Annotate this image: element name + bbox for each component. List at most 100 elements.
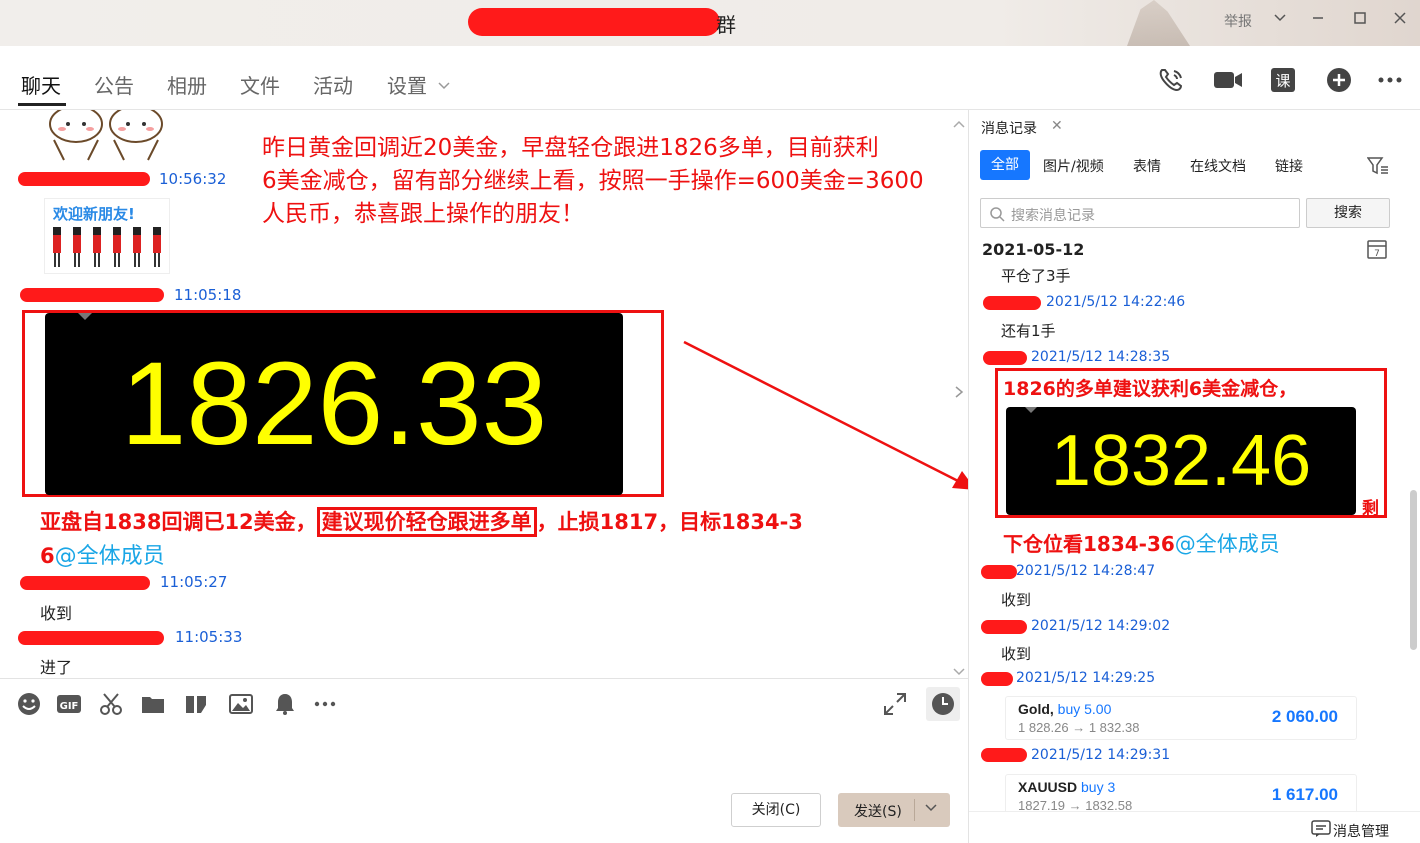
scroll-down-icon[interactable] — [953, 662, 965, 678]
sticker-cute-faces — [44, 110, 170, 168]
sticker-welcome-text: 欢迎新朋友! — [53, 205, 135, 223]
history-time: 2021/5/12 14:28:35 — [1031, 349, 1171, 365]
history-time: 2021/5/12 14:28:47 — [1016, 563, 1156, 579]
redacted-sender — [20, 288, 164, 302]
tab-settings[interactable]: 设置 — [387, 70, 451, 99]
trade-symbol-name: Gold, — [1018, 701, 1054, 717]
annotation-line-1: 昨日黄金回调近20美金，早盘轻仓跟进1826多单，目前获利 — [262, 135, 879, 161]
picture-icon[interactable] — [228, 691, 254, 717]
redacted-sender — [981, 672, 1013, 686]
tab-album[interactable]: 相册 — [167, 70, 207, 99]
svg-text:GIF: GIF — [60, 701, 79, 712]
scissors-icon[interactable] — [98, 691, 124, 717]
trade-symbol: Gold, buy 5.00 — [1018, 701, 1111, 717]
history-text: 还有1手 — [1001, 322, 1056, 340]
history-date: 2021-05-12 — [982, 240, 1085, 259]
qq-group-window: 群 举报 聊天 公告 相册 文件 活动 设置 课 10:56:32 欢迎新朋友!… — [0, 0, 1420, 843]
dropdown-chevron-icon[interactable] — [1266, 8, 1294, 34]
minimize-icon[interactable] — [1304, 8, 1332, 34]
message-time: 11:05:33 — [175, 628, 243, 646]
history-signal-title: 1826的多单建议获利6美金减仓， — [1003, 378, 1298, 400]
history-search-input[interactable]: 搜索消息记录 — [980, 198, 1300, 228]
redacted-sender — [983, 296, 1041, 310]
history-signal-line-2: 下仓位看1834-36@全体成员 — [1003, 528, 1280, 558]
title-bar-background-art — [1127, 0, 1190, 46]
history-text: 平仓了3手 — [1001, 267, 1071, 285]
image-edit-icon[interactable] — [183, 691, 209, 717]
message-manage-link[interactable]: 消息管理 — [1333, 821, 1389, 841]
folder-icon[interactable] — [140, 691, 166, 717]
tab-announcement[interactable]: 公告 — [94, 70, 134, 99]
more-icon[interactable] — [312, 691, 338, 717]
price-image-1826[interactable]: 1826.33 — [45, 313, 623, 495]
gif-icon[interactable]: GIF — [56, 691, 82, 717]
price-image-1832[interactable]: 1832.46 — [1006, 407, 1356, 515]
annotation-line-2: 6美金减仓，留有部分继续上看，按照一手操作=600美金=3600 — [262, 168, 924, 194]
image-corner-marker — [78, 313, 92, 320]
history-tab-all[interactable]: 全部 — [980, 150, 1030, 180]
calendar-icon[interactable]: 7 — [1366, 238, 1388, 264]
mention-all[interactable]: @全体成员 — [55, 544, 165, 569]
message-text: 进了 — [40, 658, 73, 677]
history-time: 2021/5/12 14:22:46 — [1046, 294, 1186, 310]
redacted-sender — [981, 748, 1027, 762]
trade-symbol-name: XAUUSD — [1018, 779, 1078, 795]
filter-icon[interactable] — [1366, 156, 1389, 180]
history-scrollbar[interactable] — [1410, 490, 1417, 650]
signal-part-d: 6 — [40, 544, 55, 568]
history-text: 收到 — [1001, 591, 1032, 609]
redacted-sender — [983, 351, 1027, 365]
message-text: 收到 — [40, 604, 73, 623]
send-button-label: 发送(S) — [854, 804, 902, 820]
scroll-up-icon[interactable] — [953, 114, 965, 133]
message-composer[interactable]: GIF 关闭(C) 发送(S) — [0, 678, 968, 843]
history-signal-remain: 剩 — [1362, 499, 1379, 519]
history-tab-links[interactable]: 链接 — [1275, 156, 1303, 176]
tab-settings-label: 设置 — [387, 74, 427, 98]
video-icon[interactable] — [1212, 66, 1244, 94]
bell-icon[interactable] — [272, 691, 298, 717]
history-tab-media[interactable]: 图片/视频 — [1043, 156, 1104, 176]
close-icon[interactable] — [1386, 8, 1414, 34]
history-tab-docs[interactable]: 在线文档 — [1190, 156, 1246, 176]
trade-range: 1 828.26 → 1 832.38 — [1018, 720, 1140, 735]
annotation-arrow — [683, 340, 976, 490]
tab-activities[interactable]: 活动 — [313, 70, 353, 99]
send-separator — [914, 799, 915, 821]
add-icon[interactable] — [1324, 66, 1356, 94]
message-manage-icon — [1311, 820, 1331, 837]
send-button[interactable]: 发送(S) — [838, 793, 950, 827]
history-clock-icon[interactable] — [926, 687, 960, 721]
tab-files[interactable]: 文件 — [240, 70, 280, 99]
history-footer: 消息管理 — [969, 811, 1420, 843]
more-icon[interactable] — [1374, 66, 1406, 94]
history-tab-stickers[interactable]: 表情 — [1133, 156, 1161, 176]
history-time: 2021/5/12 14:29:02 — [1031, 618, 1171, 634]
maximize-icon[interactable] — [1346, 8, 1374, 34]
send-options-chevron-icon[interactable] — [924, 797, 938, 823]
close-button[interactable]: 关闭(C) — [731, 793, 821, 827]
trade-action: buy 3 — [1081, 779, 1116, 795]
group-tabs: 聊天 公告 相册 文件 活动 设置 课 — [0, 46, 1420, 110]
svg-text:课: 课 — [1275, 72, 1290, 90]
chevron-down-icon — [438, 82, 450, 90]
annotation-text: 昨日黄金回调近20美金，早盘轻仓跟进1826多单，目前获利 6美金减仓，留有部分… — [262, 132, 968, 231]
phone-icon[interactable] — [1156, 66, 1188, 94]
history-close-icon[interactable]: ✕ — [1051, 118, 1063, 134]
history-signal-target: 下仓位看1834-36 — [1003, 532, 1175, 556]
mention-all[interactable]: @全体成员 — [1175, 532, 1280, 556]
signal-part-a: 亚盘自1838回调已12美金， — [40, 510, 317, 534]
trade-card[interactable]: Gold, buy 5.00 1 828.26 → 1 832.38 2 060… — [1005, 696, 1357, 740]
redacted-sender — [981, 565, 1017, 579]
report-link[interactable]: 举报 — [1224, 11, 1252, 31]
trade-symbol: XAUUSD buy 3 — [1018, 779, 1115, 795]
svg-text:7: 7 — [1374, 249, 1380, 259]
history-title: 消息记录 — [981, 121, 1037, 137]
tab-chat[interactable]: 聊天 — [21, 70, 61, 99]
emoji-icon[interactable] — [16, 691, 42, 717]
history-search-button[interactable]: 搜索 — [1306, 198, 1390, 228]
signal-highlight: 建议现价轻仓跟进多单 — [316, 507, 537, 537]
signal-part-c: ，止损1817，目标1834-3 — [536, 510, 803, 534]
class-icon[interactable]: 课 — [1268, 66, 1300, 94]
expand-icon[interactable] — [882, 691, 908, 717]
